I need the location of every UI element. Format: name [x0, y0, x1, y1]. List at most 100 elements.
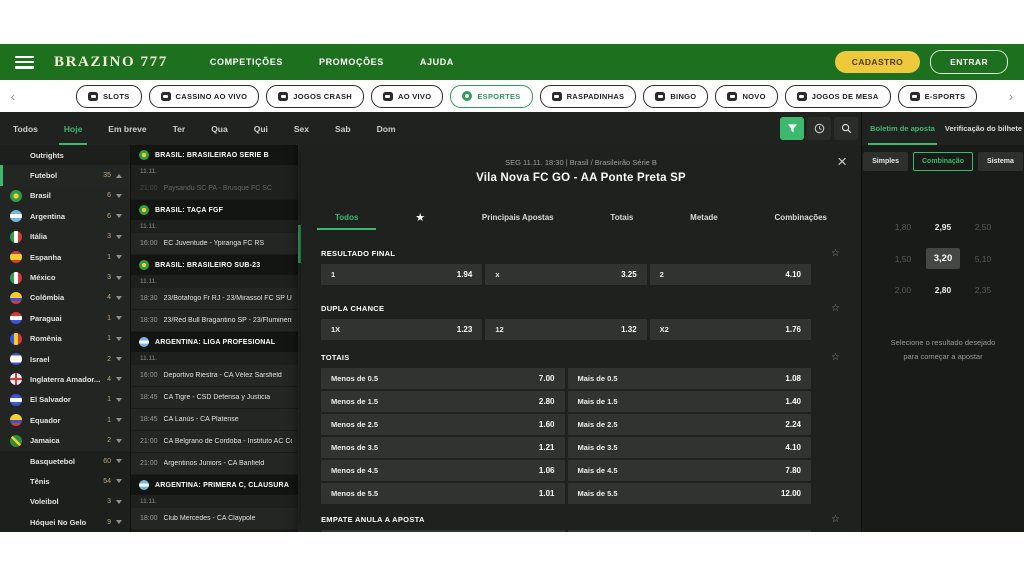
sidebar-item[interactable]: México 3	[0, 267, 130, 287]
category-chip[interactable]: ESPORTES	[450, 85, 532, 108]
chips-next-icon[interactable]: ›	[998, 88, 1024, 104]
market-favorite-star-icon[interactable]: ☆	[831, 514, 840, 525]
favorites-tab-star-icon[interactable]: ★	[415, 211, 425, 224]
sidebar-item[interactable]: Romênia 1	[0, 329, 130, 349]
sidebar-item[interactable]: Basquetebol 60	[0, 451, 130, 471]
odds-cell[interactable]: Menos de 5.5 1.01	[321, 483, 565, 504]
category-chip[interactable]: BINGO	[643, 85, 708, 108]
match-row[interactable]: 18:45 CA Lanús - CA Platense	[131, 409, 301, 430]
sidebar-item[interactable]: Tênis 54	[0, 471, 130, 491]
odds-cell[interactable]: Menos de 0.5 7.00	[321, 368, 565, 389]
bet-slip-tab[interactable]: Verificação do bilhete	[943, 112, 1024, 145]
flag-italia-icon	[10, 231, 22, 243]
odds-cell[interactable]: Menos de 2.5 1.60	[321, 414, 565, 435]
sidebar-item[interactable]: Inglaterra Amador... 4	[0, 369, 130, 389]
bet-mode-button[interactable]: Combinação	[913, 152, 973, 171]
sidebar-item[interactable]: Espanha 1	[0, 247, 130, 267]
market-tab[interactable]: Metade	[690, 204, 718, 230]
day-filter-tab[interactable]: Sex	[281, 112, 322, 145]
sidebar-item[interactable]: Hóquei No Gelo 9	[0, 512, 130, 532]
filter-funnel-button[interactable]	[780, 117, 804, 140]
day-filter-tab[interactable]: Todos	[0, 112, 51, 145]
odds-cell[interactable]: 12 1.32	[485, 319, 646, 340]
match-row[interactable]: 21:00 Paysandu SC PA - Brusque FC SC	[131, 178, 301, 199]
bet-slip-tab[interactable]: Boletim de aposta	[862, 112, 943, 145]
category-chip[interactable]: RASPADINHAS	[540, 85, 637, 108]
market-tab[interactable]: Principais Apostas	[482, 204, 554, 230]
day-filter-tab[interactable]: Sab	[322, 112, 364, 145]
match-row[interactable]: 21:00 CA Belgrano de Cordoba - Instituto…	[131, 431, 301, 452]
odds-cell[interactable]: 2 4.10	[650, 264, 811, 285]
sidebar-item[interactable]: Outrights	[0, 145, 130, 165]
day-filter-tab[interactable]: Dom	[364, 112, 409, 145]
sidebar-item[interactable]: Voleibol 3	[0, 492, 130, 512]
match-row[interactable]: 18:45 CA Tigre - CSD Defensa y Justicia	[131, 387, 301, 408]
odds-cell[interactable]: Mais de 5.5 12.00	[568, 483, 812, 504]
bet-mode-button[interactable]: Sistema	[978, 152, 1023, 171]
category-chip[interactable]: E-SPORTS	[898, 85, 978, 108]
signup-button[interactable]: CADASTRO	[835, 51, 920, 73]
day-filter-tab[interactable]: Ter	[160, 112, 199, 145]
odds-cell[interactable]: Mais de 2.5 2.24	[568, 414, 812, 435]
day-filter-tab[interactable]: Qui	[241, 112, 281, 145]
odds-cell[interactable]	[321, 530, 565, 532]
match-row[interactable]: 18:00 Club Mercedes - CA Claypole	[131, 508, 301, 529]
match-row[interactable]: 21:00 Argentinos Juniors - CA Banfield	[131, 453, 301, 474]
sidebar-item[interactable]: Argentina 6	[0, 206, 130, 226]
odds-cell[interactable]: x 3.25	[485, 264, 646, 285]
odds-cell[interactable]: X2 1.76	[650, 319, 811, 340]
category-chip[interactable]: NOVO	[715, 85, 777, 108]
chevron-icon	[116, 459, 122, 463]
market-tab-todos[interactable]: Todos	[335, 204, 358, 230]
match-row[interactable]: 16:00 Deportivo Riestra - CA Vélez Sarsf…	[131, 365, 301, 386]
sidebar-item[interactable]: Paraguai 1	[0, 308, 130, 328]
market-favorite-star-icon[interactable]: ☆	[831, 248, 840, 259]
odds-cell[interactable]: Mais de 1.5 1.40	[568, 391, 812, 412]
header-nav-item[interactable]: COMPETIÇÕES	[210, 57, 283, 67]
match-row[interactable]: 18:30 23/Red Bull Bragantino SP - 23/Flu…	[131, 310, 301, 331]
odds-cell[interactable]	[568, 530, 812, 532]
header-nav-item[interactable]: PROMOÇÕES	[319, 57, 384, 67]
market-favorite-star-icon[interactable]: ☆	[831, 303, 840, 314]
time-filter-button[interactable]	[807, 117, 831, 140]
odds-cell[interactable]: Menos de 3.5 1.21	[321, 437, 565, 458]
odds-cell[interactable]: Menos de 1.5 2.80	[321, 391, 565, 412]
sidebar-item[interactable]: Colômbia 4	[0, 288, 130, 308]
sidebar-item[interactable]: El Salvador 1	[0, 390, 130, 410]
sidebar-item[interactable]: Jamaica 2	[0, 430, 130, 450]
login-button[interactable]: ENTRAR	[930, 50, 1008, 74]
sidebar-item[interactable]: Itália 3	[0, 227, 130, 247]
close-icon[interactable]: ×	[837, 153, 847, 170]
category-chip[interactable]: SLOTS	[76, 85, 142, 108]
category-chip[interactable]: AO VIVO	[371, 85, 443, 108]
search-button[interactable]	[834, 117, 858, 140]
day-filter-tab[interactable]: Em breve	[95, 112, 159, 145]
match-row[interactable]: 18:30 23/Botafogo Fr RJ - 23/Mirassol FC…	[131, 288, 301, 309]
soccer-icon	[10, 170, 22, 182]
sidebar-item[interactable]: Israel 2	[0, 349, 130, 369]
odds-cell[interactable]: Mais de 3.5 4.10	[568, 437, 812, 458]
sidebar-item[interactable]: Brasil 6	[0, 186, 130, 206]
chips-prev-icon[interactable]: ‹	[0, 88, 26, 104]
odds-cell[interactable]: Mais de 4.5 7.80	[568, 460, 812, 481]
category-chip[interactable]: CASSINO AO VIVO	[149, 85, 260, 108]
category-chip[interactable]: JOGOS CRASH	[266, 85, 364, 108]
sidebar-item[interactable]: Futebol 35	[0, 165, 130, 185]
bet-mode-button[interactable]: Simples	[863, 152, 908, 171]
header-nav-item[interactable]: AJUDA	[420, 57, 454, 67]
odds-cell[interactable]: Mais de 0.5 1.08	[568, 368, 812, 389]
market-tab[interactable]: Combinações	[775, 204, 827, 230]
hamburger-menu-icon[interactable]	[15, 56, 34, 69]
odds-cell[interactable]: Menos de 4.5 1.06	[321, 460, 565, 481]
odds-cell[interactable]: 1 1.94	[321, 264, 482, 285]
day-filter-tab[interactable]: Hoje	[51, 112, 95, 145]
market-favorite-star-icon[interactable]: ☆	[831, 352, 840, 363]
match-row[interactable]: 16:00 EC Juventude - Ypiranga FC RS	[131, 233, 301, 254]
market-tab[interactable]: Totais	[610, 204, 633, 230]
category-chip[interactable]: JOGOS DE MESA	[785, 85, 891, 108]
odds-cell[interactable]: 1X 1.23	[321, 319, 482, 340]
sidebar-item[interactable]: Equador 1	[0, 410, 130, 430]
sidebar-item-count: 2	[107, 356, 111, 363]
sidebar-item-label: Argentina	[30, 212, 107, 221]
day-filter-tab[interactable]: Qua	[198, 112, 241, 145]
